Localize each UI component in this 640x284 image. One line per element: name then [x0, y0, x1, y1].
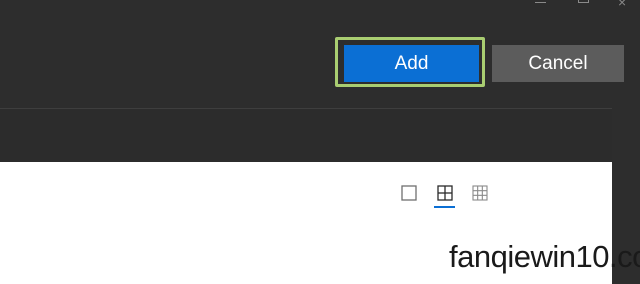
dialog-window: × Add Cancel fanqiewin10.c: [0, 0, 640, 284]
cancel-button[interactable]: Cancel: [492, 45, 624, 82]
panel-header: [0, 108, 612, 163]
close-icon[interactable]: ×: [618, 0, 632, 16]
minimize-icon[interactable]: [534, 0, 548, 8]
four-grid-view-icon[interactable]: [436, 184, 454, 202]
watermark-text: fanqiewin10.com: [449, 239, 640, 274]
single-view-icon[interactable]: [400, 184, 418, 202]
nine-grid-view-icon[interactable]: [471, 184, 489, 202]
add-button[interactable]: Add: [344, 45, 479, 82]
cancel-button-label: Cancel: [528, 52, 588, 74]
window-controls: ×: [530, 0, 640, 12]
maximize-icon[interactable]: [576, 0, 590, 8]
add-button-label: Add: [394, 52, 429, 74]
selected-view-indicator: [434, 206, 455, 208]
